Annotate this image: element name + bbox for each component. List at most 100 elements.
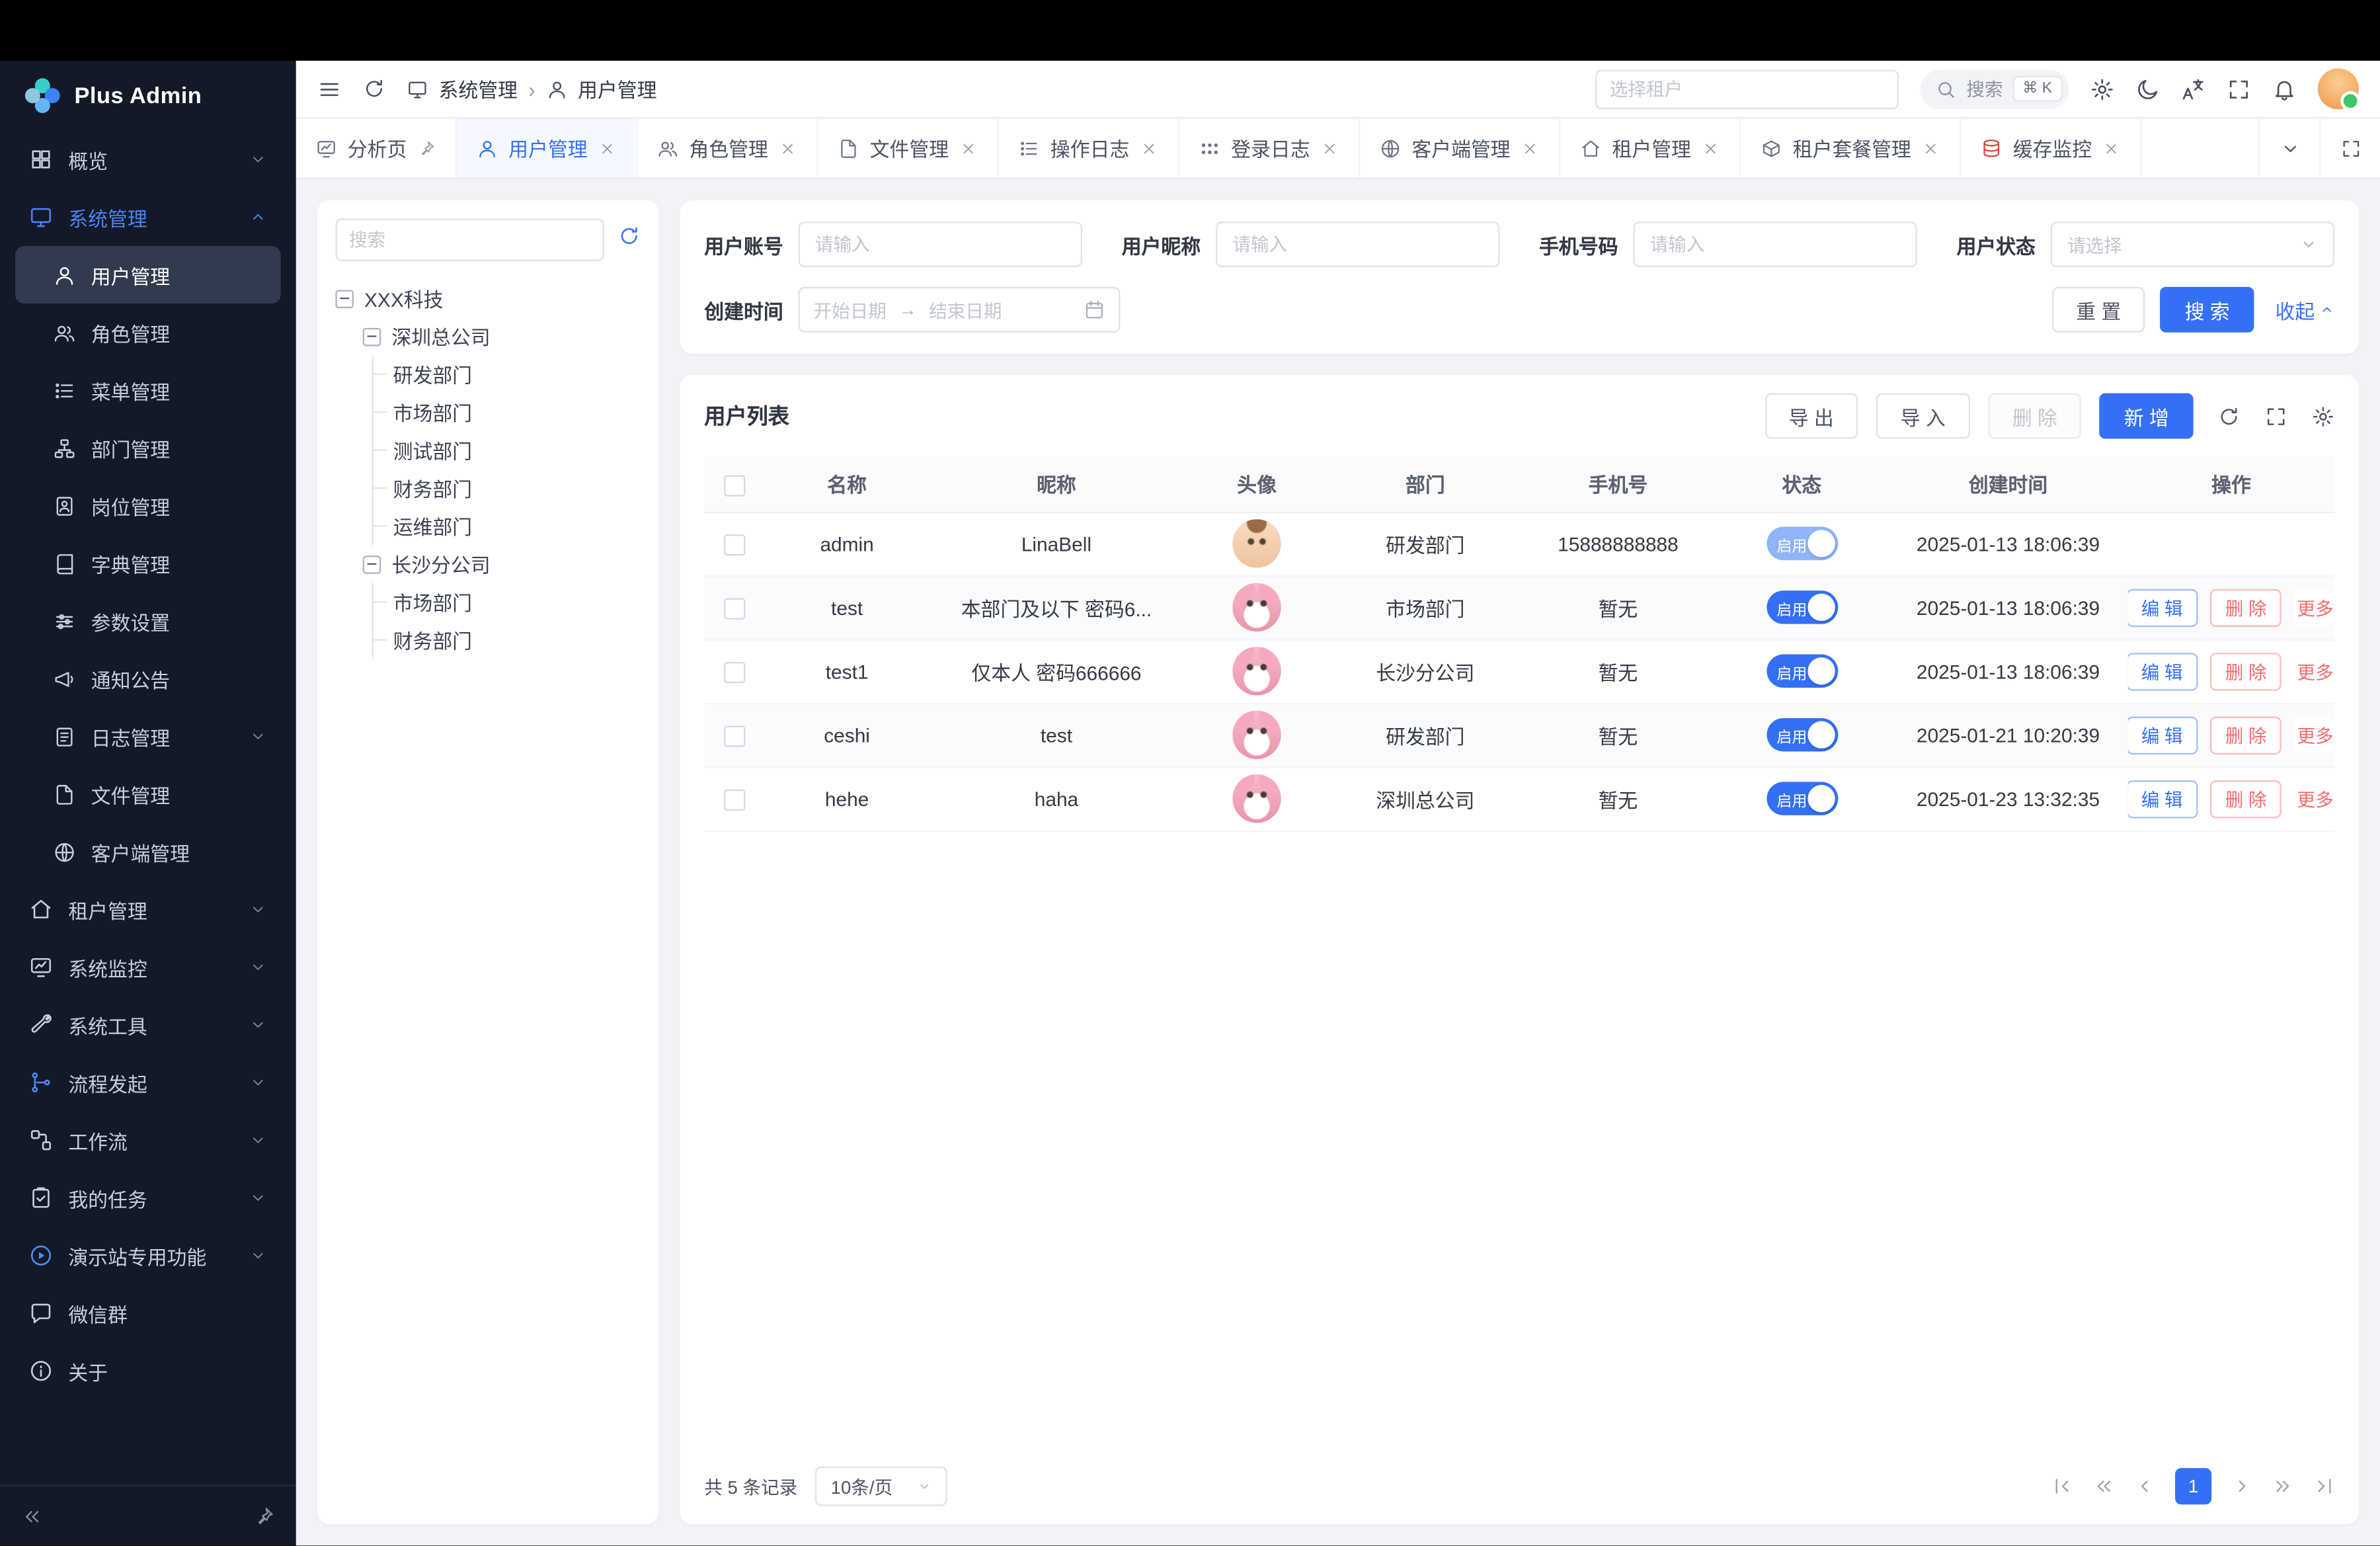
tab-file-mgmt[interactable]: 文件管理	[818, 118, 999, 178]
current-page[interactable]: 1	[2175, 1468, 2211, 1504]
pin-sidebar-icon[interactable]	[253, 1505, 274, 1526]
hamburger-menu-icon[interactable]	[317, 77, 342, 101]
sidebar-item-log-mgmt[interactable]: 日志管理	[15, 708, 281, 765]
refresh-page-icon[interactable]	[363, 77, 385, 100]
select-all-checkbox[interactable]	[724, 475, 745, 496]
date-range-picker[interactable]: 开始日期 → 结束日期	[799, 287, 1121, 333]
tree-node-dept[interactable]: 财务部门	[374, 621, 641, 659]
sidebar-item-post-mgmt[interactable]: 岗位管理	[15, 477, 281, 534]
close-icon[interactable]	[959, 139, 978, 157]
tree-node-dept[interactable]: 财务部门	[374, 469, 641, 507]
last-page-icon[interactable]	[2313, 1476, 2334, 1497]
tree-search-input[interactable]	[335, 219, 604, 261]
tree-collapse-icon[interactable]	[335, 289, 354, 307]
delete-row-button[interactable]: 删 除	[2210, 780, 2282, 817]
delete-row-button[interactable]: 删 除	[2210, 716, 2282, 754]
tab-role-mgmt[interactable]: 角色管理	[637, 118, 818, 178]
row-checkbox[interactable]	[724, 534, 745, 555]
tree-node-company[interactable]: 长沙分公司	[335, 545, 640, 583]
language-icon[interactable]	[2181, 77, 2205, 101]
status-toggle[interactable]: 启用	[1766, 590, 1837, 624]
more-button[interactable]: 更多	[2294, 653, 2334, 688]
next-jump-icon[interactable]	[2272, 1476, 2293, 1497]
close-icon[interactable]	[1922, 139, 1940, 157]
tenant-select-input[interactable]	[1595, 69, 1898, 108]
tree-refresh-icon[interactable]	[617, 225, 640, 255]
sidebar-item-flow-start[interactable]: 流程发起	[15, 1053, 281, 1111]
add-button[interactable]: 新 增	[2100, 393, 2193, 439]
global-search[interactable]: 搜索 ⌘ K	[1919, 69, 2069, 108]
sidebar-item-user-mgmt[interactable]: 用户管理	[15, 246, 281, 304]
more-button[interactable]: 更多	[2294, 590, 2334, 625]
breadcrumb-item[interactable]: 用户管理	[578, 75, 656, 104]
close-icon[interactable]	[598, 139, 617, 157]
close-icon[interactable]	[779, 139, 797, 157]
tree-node-dept[interactable]: 研发部门	[374, 355, 641, 393]
status-toggle[interactable]: 启用	[1766, 782, 1837, 815]
more-button[interactable]: 更多	[2294, 781, 2334, 816]
user-avatar[interactable]	[2318, 68, 2359, 109]
close-icon[interactable]	[1321, 139, 1339, 157]
close-icon[interactable]	[1521, 139, 1540, 157]
tab-analysis[interactable]: 分析页	[296, 118, 457, 178]
import-button[interactable]: 导 入	[1876, 393, 1969, 439]
breadcrumb-item[interactable]: 系统管理	[439, 75, 518, 104]
tab-cache-monitor[interactable]: 缓存监控	[1962, 118, 2142, 178]
table-refresh-icon[interactable]	[2217, 405, 2240, 427]
sidebar-item-client-mgmt[interactable]: 客户端管理	[15, 823, 281, 880]
close-icon[interactable]	[1140, 139, 1158, 157]
first-page-icon[interactable]	[2052, 1476, 2073, 1497]
account-input[interactable]	[799, 222, 1082, 267]
sidebar-item-about[interactable]: 关于	[15, 1342, 281, 1400]
notifications-bell-icon[interactable]	[2272, 77, 2297, 101]
delete-button[interactable]: 删 除	[1988, 393, 2081, 439]
prev-page-icon[interactable]	[2134, 1476, 2155, 1497]
sidebar-item-tenant-mgmt[interactable]: 租户管理	[15, 881, 281, 938]
next-page-icon[interactable]	[2231, 1476, 2252, 1497]
tab-operation-log[interactable]: 操作日志	[999, 118, 1179, 178]
sidebar-item-my-tasks[interactable]: 我的任务	[15, 1169, 281, 1227]
edit-button[interactable]: 编 辑	[2128, 589, 2198, 626]
status-toggle[interactable]: 启用	[1766, 718, 1837, 752]
dark-mode-moon-icon[interactable]	[2135, 77, 2160, 101]
fullscreen-icon[interactable]	[2227, 77, 2251, 101]
sidebar-item-param-settings[interactable]: 参数设置	[15, 592, 281, 649]
sidebar-item-sys-tools[interactable]: 系统工具	[15, 996, 281, 1053]
settings-gear-icon[interactable]	[2090, 77, 2114, 101]
status-toggle[interactable]: 启用	[1766, 527, 1837, 561]
sidebar-item-file-mgmt[interactable]: 文件管理	[15, 765, 281, 823]
delete-row-button[interactable]: 删 除	[2210, 652, 2282, 690]
tree-node-dept[interactable]: 测试部门	[374, 431, 641, 469]
sidebar-item-dict-mgmt[interactable]: 字典管理	[15, 534, 281, 592]
sidebar-item-system-mgmt[interactable]: 系统管理	[15, 188, 281, 246]
pin-icon[interactable]	[417, 139, 436, 157]
phone-input[interactable]	[1633, 222, 1917, 267]
tree-node-dept[interactable]: 市场部门	[374, 583, 641, 621]
tree-node-root[interactable]: XXX科技	[335, 279, 640, 317]
edit-button[interactable]: 编 辑	[2128, 716, 2198, 754]
reset-button[interactable]: 重 置	[2051, 287, 2145, 333]
tab-tenant-package[interactable]: 租户套餐管理	[1741, 118, 1962, 178]
status-select[interactable]: 请选择	[2051, 222, 2334, 267]
tree-node-dept[interactable]: 市场部门	[374, 393, 641, 431]
tab-login-log[interactable]: 登录日志	[1179, 118, 1360, 178]
tree-node-company[interactable]: 深圳总公司	[335, 317, 640, 355]
tabs-fullscreen-button[interactable]	[2319, 118, 2380, 178]
nickname-input[interactable]	[1216, 222, 1499, 267]
sidebar-item-workflow[interactable]: 工作流	[15, 1112, 281, 1169]
row-checkbox[interactable]	[724, 662, 745, 683]
page-size-select[interactable]: 10条/页	[816, 1467, 947, 1506]
sidebar-item-role-mgmt[interactable]: 角色管理	[15, 304, 281, 361]
close-icon[interactable]	[2102, 139, 2121, 157]
sidebar-item-wechat-group[interactable]: 微信群	[15, 1284, 281, 1342]
tab-client-mgmt[interactable]: 客户端管理	[1360, 118, 1560, 178]
sidebar-item-dept-mgmt[interactable]: 部门管理	[15, 419, 281, 477]
sidebar-item-overview[interactable]: 概览	[15, 130, 281, 188]
tab-user-mgmt[interactable]: 用户管理	[457, 118, 637, 178]
tree-node-dept[interactable]: 运维部门	[374, 507, 641, 545]
collapse-sidebar-icon[interactable]	[21, 1505, 42, 1526]
tree-collapse-icon[interactable]	[363, 327, 381, 346]
table-fullscreen-icon[interactable]	[2265, 405, 2287, 427]
delete-row-button[interactable]: 删 除	[2210, 589, 2282, 626]
tabs-dropdown-button[interactable]	[2258, 118, 2319, 178]
